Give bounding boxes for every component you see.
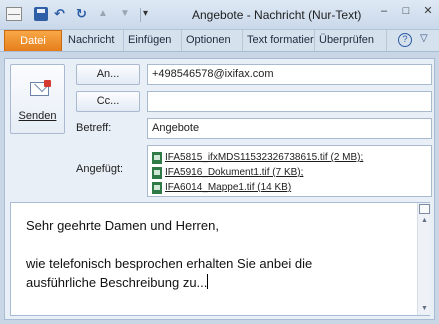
ribbon-tab-row: Datei Nachricht Einfügen Optionen Text f… xyxy=(0,30,439,52)
subject-label: Betreff: xyxy=(76,122,112,134)
attachment-name: IFA5916_Dokument1.tif (7 KB); xyxy=(165,167,304,178)
tab-message[interactable]: Nachricht xyxy=(64,30,124,51)
body-line: Sehr geehrte Damen und Herren, xyxy=(26,218,219,233)
to-field[interactable]: +498546578@ixifax.com xyxy=(147,64,432,85)
cc-button[interactable]: Cc... xyxy=(76,91,140,112)
attachment-item[interactable]: IFA5815_ifxMDS11532326738615.tif (2 MB); xyxy=(152,150,427,165)
attached-label: Angefügt: xyxy=(76,163,124,175)
undo-icon[interactable]: ↶ xyxy=(54,7,65,21)
subject-field[interactable]: Angebote xyxy=(147,118,432,139)
minimize-button[interactable]: – xyxy=(375,3,393,19)
tab-options[interactable]: Optionen xyxy=(182,30,243,51)
tab-insert[interactable]: Einfügen xyxy=(124,30,182,51)
send-button[interactable]: Senden xyxy=(10,64,65,134)
send-flag-icon xyxy=(44,80,51,87)
text-caret xyxy=(207,274,209,289)
body-line-blank xyxy=(26,235,406,254)
cc-field[interactable] xyxy=(147,91,432,112)
close-button[interactable]: ✕ xyxy=(419,3,437,19)
send-label: Senden xyxy=(18,110,57,122)
compose-form: Senden An... +498546578@ixifax.com Cc...… xyxy=(4,58,435,320)
ribbon-collapse-icon[interactable]: ▽ xyxy=(420,33,428,44)
title-bar: ↶ ↻ ▲ ▼ ▾ Angebote - Nachricht (Nur-Text… xyxy=(0,0,439,30)
body-line: wie telefonisch besprochen erhalten Sie … xyxy=(26,256,313,271)
tab-format-text[interactable]: Text formatieren xyxy=(243,30,315,51)
tab-review[interactable]: Überprüfen xyxy=(315,30,387,51)
view-ruler-icon[interactable] xyxy=(419,204,430,214)
to-button[interactable]: An... xyxy=(76,64,140,85)
tif-file-icon xyxy=(152,181,162,194)
down-arrow-icon[interactable]: ▼ xyxy=(120,7,130,21)
toolbar-separator xyxy=(140,8,141,22)
tab-file[interactable]: Datei xyxy=(4,30,62,51)
scroll-down-icon[interactable]: ▼ xyxy=(418,303,431,315)
attachments-list: IFA5815_ifxMDS11532326738615.tif (2 MB);… xyxy=(147,145,432,197)
maximize-button[interactable]: □ xyxy=(397,3,415,19)
up-arrow-icon[interactable]: ▲ xyxy=(98,7,108,21)
attachment-item[interactable]: IFA5916_Dokument1.tif (7 KB); xyxy=(152,165,427,180)
window-title: Angebote - Nachricht (Nur-Text) xyxy=(192,8,362,22)
body-line: ausführliche Beschreibung zu... xyxy=(26,273,406,292)
help-icon[interactable]: ? xyxy=(398,33,412,47)
message-window-icon[interactable] xyxy=(6,7,22,21)
redo-icon[interactable]: ↻ xyxy=(76,7,87,21)
attachment-name: IFA6014_Mappe1.tif (14 KB) xyxy=(165,182,292,193)
body-line-text: ausführliche Beschreibung zu... xyxy=(26,275,208,290)
customize-dropdown-icon[interactable]: ▾ xyxy=(143,7,148,21)
message-body-text: Sehr geehrte Damen und Herren, wie telef… xyxy=(26,216,406,292)
save-icon[interactable] xyxy=(34,7,48,21)
attachment-item[interactable]: IFA6014_Mappe1.tif (14 KB) xyxy=(152,180,427,195)
message-body-editor[interactable]: Sehr geehrte Damen und Herren, wie telef… xyxy=(10,202,430,316)
scroll-up-icon[interactable]: ▲ xyxy=(418,215,431,227)
tif-file-icon xyxy=(152,166,162,179)
tif-file-icon xyxy=(152,151,162,164)
vertical-scrollbar[interactable]: ▲ ▼ xyxy=(417,203,430,315)
attachment-name: IFA5815_ifxMDS11532326738615.tif (2 MB); xyxy=(165,152,364,163)
